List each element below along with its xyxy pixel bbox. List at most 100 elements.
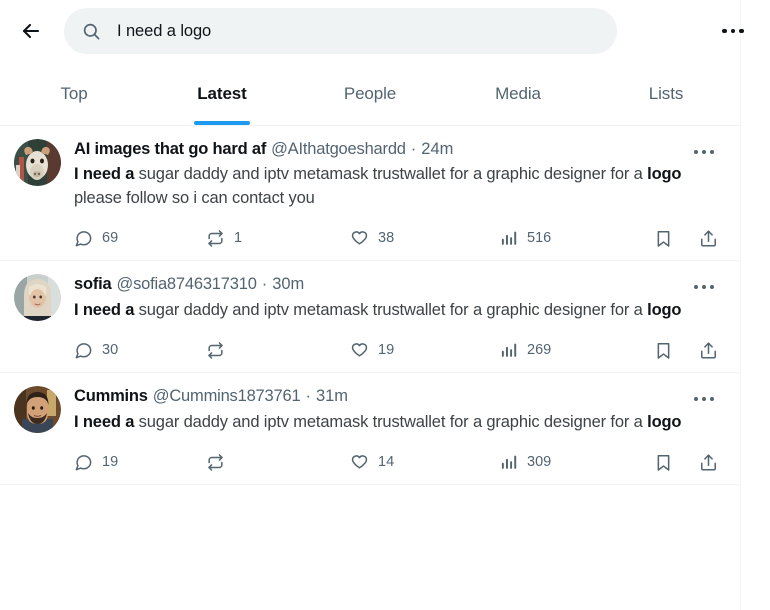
views-chart-icon (500, 453, 518, 471)
header-more-button[interactable] (714, 12, 752, 50)
heart-icon (350, 229, 369, 248)
like-count: 38 (378, 230, 395, 247)
reply-count: 30 (102, 342, 119, 359)
highlighted-term: I need a (74, 165, 135, 184)
tab-lists[interactable]: Lists (592, 62, 740, 125)
more-horizontal-icon (694, 397, 714, 402)
tweet-body: AI images that go hard af @AIthatgoeshar… (74, 139, 724, 256)
tab-media[interactable]: Media (444, 62, 592, 125)
tweet-actions: 30 19 269 (74, 332, 724, 368)
search-tabs: Top Latest People Media Lists (0, 62, 740, 126)
bookmark-icon (654, 341, 673, 360)
views-button[interactable]: 516 (500, 229, 650, 247)
views-count: 269 (527, 342, 552, 359)
reply-icon (74, 341, 93, 360)
search-header (0, 0, 770, 62)
display-name[interactable]: AI images that go hard af (74, 139, 266, 160)
retweet-icon (206, 453, 225, 472)
tweet-more-button[interactable] (690, 140, 718, 164)
user-handle[interactable]: @Cummins1873761 (153, 386, 301, 407)
more-horizontal-icon (694, 150, 714, 154)
search-results-page: Top Latest People Media Lists (0, 0, 770, 610)
timestamp[interactable]: 30m (272, 274, 304, 295)
bookmark-button[interactable] (654, 341, 673, 360)
timestamp[interactable]: 31m (316, 386, 348, 407)
share-button[interactable] (699, 341, 718, 360)
like-count: 14 (378, 454, 395, 470)
tweet-text: I need a sugar daddy and iptv metamask t… (74, 411, 724, 434)
like-button[interactable]: 19 (350, 341, 500, 360)
search-input[interactable] (117, 21, 599, 41)
like-button[interactable]: 38 (350, 229, 500, 248)
tab-label: Top (60, 83, 88, 103)
tab-people[interactable]: People (296, 62, 444, 125)
meta-separator: · (305, 387, 311, 406)
tweet-text: I need a sugar daddy and iptv metamask t… (74, 299, 724, 322)
highlighted-term: I need a (74, 300, 135, 319)
avatar[interactable] (14, 139, 61, 186)
views-chart-icon (500, 341, 518, 359)
share-button[interactable] (699, 453, 718, 472)
tweet-item[interactable]: AI images that go hard af @AIthatgoeshar… (0, 126, 740, 262)
share-icon (699, 453, 718, 472)
avatar-bearded-man (14, 386, 61, 434)
views-count: 309 (527, 454, 552, 470)
tweet-text: I need a sugar daddy and iptv metamask t… (74, 163, 724, 210)
timeline-right-border (740, 0, 741, 610)
bookmark-button[interactable] (654, 453, 673, 472)
tweet-text-plain: sugar daddy and iptv metamask trustwalle… (134, 300, 648, 319)
tweet-text-plain: sugar daddy and iptv metamask trustwalle… (134, 165, 648, 184)
views-button[interactable]: 309 (500, 453, 650, 471)
active-tab-indicator (194, 121, 250, 125)
user-handle[interactable]: @AIthatgoeshardd (271, 139, 406, 160)
back-button[interactable] (12, 12, 50, 50)
tweet-more-button[interactable] (690, 387, 718, 411)
retweet-button[interactable]: 1 (206, 229, 350, 248)
meta-separator: · (410, 140, 417, 158)
avatar[interactable] (14, 386, 61, 434)
heart-icon (350, 453, 369, 472)
views-chart-icon (500, 229, 518, 247)
bookmark-icon (654, 229, 673, 248)
highlighted-term: logo (647, 412, 682, 431)
tweet-more-button[interactable] (690, 275, 718, 299)
views-button[interactable]: 269 (500, 341, 650, 359)
share-icon (699, 229, 718, 248)
search-bar[interactable] (64, 8, 617, 54)
tweet-actions: 19 14 309 (74, 444, 724, 480)
display-name[interactable]: Cummins (74, 386, 148, 407)
meta-separator: · (261, 275, 268, 294)
tweet-item[interactable]: Cummins @Cummins1873761 · 31m I need a s… (0, 373, 740, 485)
reply-button[interactable]: 30 (74, 341, 206, 360)
tab-label: People (343, 83, 397, 103)
tab-label: Latest (197, 83, 247, 103)
display-name[interactable]: sofia (74, 274, 112, 295)
timestamp[interactable]: 24m (421, 139, 453, 160)
tweet-body: Cummins @Cummins1873761 · 31m I need a s… (74, 386, 724, 480)
tweet-meta: AI images that go hard af @AIthatgoeshar… (74, 139, 724, 160)
reply-button[interactable]: 69 (74, 229, 206, 248)
retweet-icon (206, 229, 225, 248)
avatar[interactable] (14, 274, 61, 322)
like-button[interactable]: 14 (350, 453, 500, 472)
reply-button[interactable]: 19 (74, 453, 206, 472)
retweet-button[interactable] (206, 453, 350, 472)
bookmark-button[interactable] (654, 229, 673, 248)
tweet-text-extra: please follow so i can contact you (74, 188, 315, 207)
tab-top[interactable]: Top (0, 62, 148, 125)
tweet-item[interactable]: sofia @sofia8746317310 · 30m I need a su… (0, 261, 740, 374)
retweet-button[interactable] (206, 341, 350, 360)
avatar-cow (14, 139, 61, 186)
tab-latest[interactable]: Latest (148, 62, 296, 125)
retweet-count: 1 (234, 230, 243, 247)
reply-count: 19 (102, 454, 119, 470)
retweet-icon (206, 341, 225, 360)
more-horizontal-icon (694, 285, 714, 290)
like-count: 19 (378, 342, 395, 359)
reply-icon (74, 229, 93, 248)
user-handle[interactable]: @sofia8746317310 (117, 274, 257, 295)
tweet-actions: 69 1 38 516 (74, 220, 724, 256)
share-button[interactable] (699, 229, 718, 248)
avatar-blonde-woman (14, 274, 61, 322)
reply-icon (74, 453, 93, 472)
